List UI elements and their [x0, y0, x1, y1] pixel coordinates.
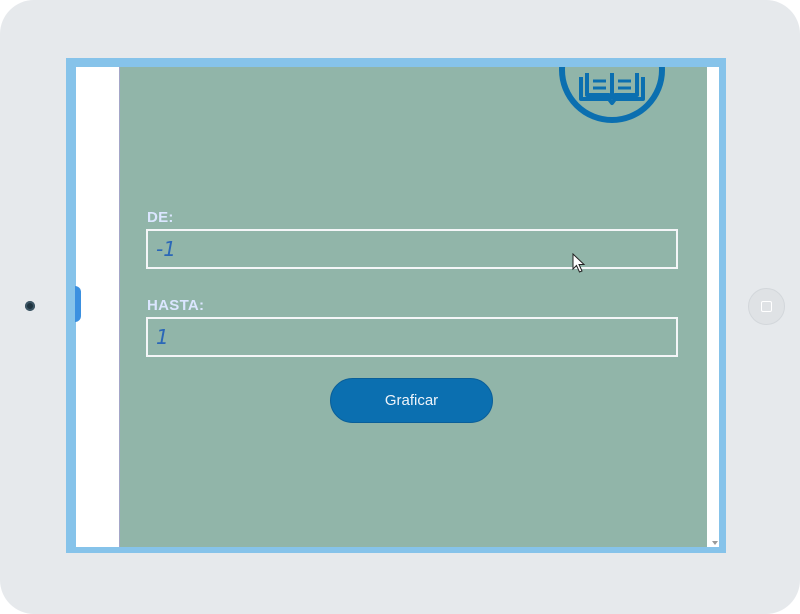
mouse-pointer-icon	[572, 253, 586, 273]
from-input[interactable]	[146, 229, 678, 269]
tablet-frame: DE: HASTA: Graficar	[0, 0, 800, 614]
main-content: DE: HASTA: Graficar	[119, 67, 707, 547]
open-book-icon	[559, 67, 665, 123]
from-label: DE:	[147, 209, 174, 226]
plot-button[interactable]: Graficar	[330, 378, 493, 423]
home-button-icon	[761, 301, 772, 312]
side-tab-handle[interactable]	[75, 286, 81, 322]
to-input[interactable]	[146, 317, 678, 357]
scroll-down-arrow-icon[interactable]	[712, 541, 718, 545]
left-side-panel	[76, 67, 119, 547]
home-button[interactable]	[748, 288, 785, 325]
to-label: HASTA:	[147, 297, 205, 314]
tablet-screen: DE: HASTA: Graficar	[66, 58, 726, 553]
front-camera-icon	[25, 301, 35, 311]
right-scrollbar-track[interactable]	[707, 67, 719, 547]
